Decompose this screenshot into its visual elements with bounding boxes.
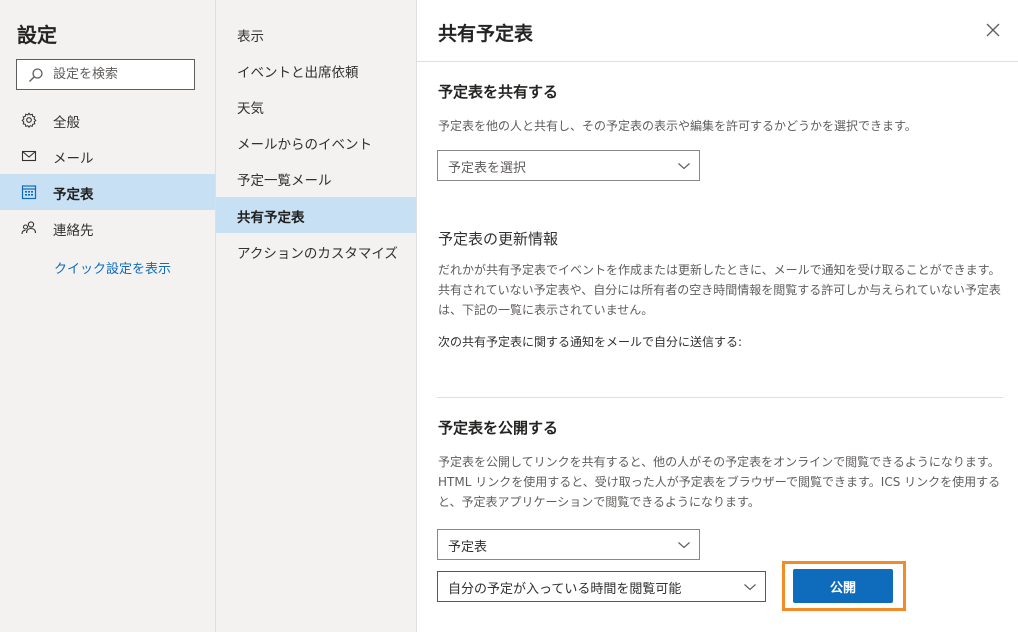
header-divider (417, 61, 1018, 62)
subnav-item-label: イベントと出席依頼 (237, 65, 359, 81)
sidebar-item-general[interactable]: 全般 (0, 102, 215, 138)
calendar-updates-description: だれかが共有予定表でイベントを作成または更新したときに、メールで通知を受け取るこ… (438, 263, 1001, 317)
share-calendar-description: 予定表を他の人と共有し、その予定表の表示や編集を許可するかどうかを選択できます。 (438, 119, 917, 133)
publish-calendar-heading: 予定表を公開する (438, 419, 559, 437)
subnav-item-label: アクションのカスタマイズ (237, 246, 398, 262)
publish-calendar-description: 予定表を公開してリンクを共有すると、他の人がその予定表をオンラインで閲覧できるよ… (438, 455, 1001, 509)
subnav-item-agenda-mail[interactable]: 予定一覧メール (216, 160, 416, 196)
subnav-item-customize-actions[interactable]: アクションのカスタマイズ (216, 233, 416, 269)
sidebar-item-label: 全般 (53, 115, 80, 131)
subnav-item-label: 予定一覧メール (237, 173, 332, 189)
publish-permission-dropdown[interactable]: 自分の予定が入っている時間を閲覧可能 (437, 571, 766, 602)
subnav-item-view[interactable]: 表示 (216, 16, 416, 52)
select-calendar-dropdown[interactable]: 予定表を選択 (437, 150, 700, 181)
notify-label: 次の共有予定表に関する通知をメールで自分に送信する: (438, 335, 743, 349)
select-calendar-placeholder: 予定表を選択 (448, 161, 527, 176)
chevron-down-icon (678, 163, 690, 170)
publish-calendar-dropdown[interactable]: 予定表 (437, 529, 700, 560)
sidebar-item-calendar[interactable]: 予定表 (0, 174, 215, 210)
shared-calendars-panel: 共有予定表 予定表を共有する 予定表を他の人と共有し、その予定表の表示や編集を許… (416, 0, 1018, 632)
calendar-settings-subnav: 表示 イベントと出席依頼 天気 メールからのイベント 予定一覧メール 共有予定表… (215, 0, 416, 632)
people-icon (21, 221, 37, 235)
page-title: 共有予定表 (438, 23, 534, 45)
sidebar-item-label: 連絡先 (53, 223, 94, 239)
subnav-item-events-from-email[interactable]: メールからのイベント (216, 124, 416, 160)
sidebar-item-contacts[interactable]: 連絡先 (0, 210, 215, 246)
subnav-item-label: 表示 (237, 29, 264, 45)
publish-permission-value: 自分の予定が入っている時間を閲覧可能 (448, 582, 682, 597)
settings-title: 設定 (17, 23, 57, 47)
subnav-item-weather[interactable]: 天気 (216, 88, 416, 124)
calendar-icon (21, 185, 37, 200)
calendar-updates-heading: 予定表の更新情報 (438, 230, 559, 248)
subnav-item-label: 天気 (237, 101, 264, 117)
mail-icon (21, 150, 37, 162)
subnav-item-label: メールからのイベント (237, 137, 372, 153)
settings-sidebar: 設定 全般 メール (0, 0, 215, 632)
sidebar-item-label: 予定表 (53, 187, 94, 203)
settings-search-input[interactable] (53, 64, 189, 85)
section-divider (437, 397, 1003, 398)
settings-window: 設定 全般 メール (0, 0, 1018, 632)
share-calendar-heading: 予定表を共有する (438, 83, 559, 101)
publish-calendar-value: 予定表 (448, 540, 488, 555)
search-icon (29, 68, 43, 82)
chevron-down-icon (744, 584, 756, 591)
gear-icon (21, 112, 37, 128)
sidebar-item-label: メール (53, 151, 94, 167)
quick-settings-link[interactable]: クイック設定を表示 (54, 258, 171, 277)
chevron-down-icon (678, 542, 690, 549)
close-icon[interactable] (983, 20, 1003, 40)
sidebar-item-mail[interactable]: メール (0, 138, 215, 174)
subnav-item-shared-calendars[interactable]: 共有予定表 (216, 197, 416, 233)
subnav-item-label: 共有予定表 (237, 210, 305, 226)
subnav-item-events-invitations[interactable]: イベントと出席依頼 (216, 52, 416, 88)
publish-button[interactable]: 公開 (793, 569, 893, 603)
settings-search-box[interactable] (16, 59, 195, 90)
